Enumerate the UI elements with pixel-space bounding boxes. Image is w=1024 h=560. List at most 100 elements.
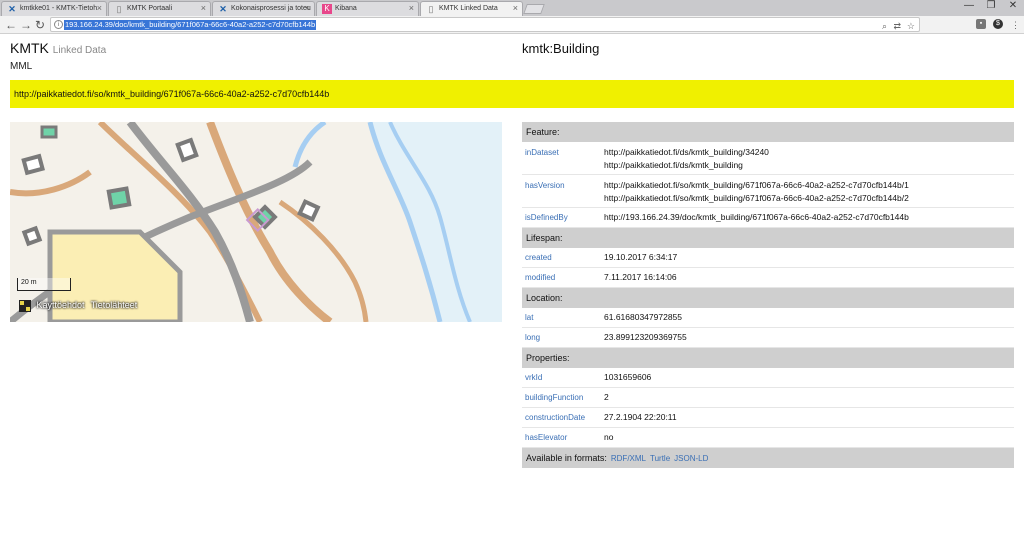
property-value[interactable]: http://193.166.24.39/doc/kmtk_building/6… — [604, 211, 1014, 224]
property-value: 27.2.1904 22:20:11 — [604, 412, 677, 422]
x-logo-icon: ✕ — [219, 4, 227, 14]
property-values: 19.10.2017 6:34:17 — [604, 251, 1014, 267]
format-link[interactable]: Turtle — [650, 454, 670, 463]
property-row: created 19.10.2017 6:34:17 — [522, 248, 1014, 268]
tab-title: KMTK Linked Data — [439, 5, 498, 12]
zoom-icon[interactable]: ⌕ — [882, 20, 887, 32]
property-row: modified 7.11.2017 16:14:06 — [522, 268, 1014, 288]
close-tab-icon[interactable]: × — [97, 2, 102, 15]
new-tab-button[interactable] — [523, 4, 545, 14]
property-key-link[interactable]: isDefinedBy — [522, 211, 604, 227]
property-key-link[interactable]: long — [522, 331, 604, 347]
property-values: 7.11.2017 16:14:06 — [604, 271, 1014, 287]
close-tab-icon[interactable]: × — [409, 2, 414, 15]
close-tab-icon[interactable]: × — [513, 2, 518, 15]
property-values: 23.899123209369755 — [604, 331, 1014, 347]
property-values: 27.2.1904 22:20:11 — [604, 411, 1014, 427]
property-key-link[interactable]: modified — [522, 271, 604, 287]
browser-tab[interactable]: ✕ kmtkke01 - KMTK-Tietoh × — [1, 1, 107, 16]
browser-tab[interactable]: ✕ Kokonaisprosessi ja toteu × — [212, 1, 315, 16]
mml-logo-icon — [19, 300, 31, 312]
property-row: vrkId 1031659606 — [522, 368, 1014, 388]
minimize-button[interactable]: — — [958, 0, 980, 11]
brand-title: KMTK — [10, 40, 49, 56]
property-values: http://paikkatiedot.fi/ds/kmtk_building/… — [604, 146, 1014, 174]
kibana-icon: K — [322, 4, 332, 14]
extension-icon[interactable]: ▪ — [976, 19, 986, 29]
property-values: 1031659606 — [604, 371, 1014, 387]
property-value[interactable]: http://paikkatiedot.fi/so/kmtk_building/… — [604, 179, 1014, 192]
section-header: Feature: — [522, 122, 1014, 142]
browser-toolbar: ← → ↻ i 193.166.24.39/doc/kmtk_building/… — [0, 16, 1024, 34]
tab-title: Kokonaisprosessi ja toteu — [231, 5, 311, 12]
property-key-link[interactable]: created — [522, 251, 604, 267]
tab-title: kmtkke01 - KMTK-Tietoh — [20, 5, 98, 12]
property-row: hasVersion http://paikkatiedot.fi/so/kmtk… — [522, 175, 1014, 208]
property-value[interactable]: http://paikkatiedot.fi/so/kmtk_building/… — [604, 192, 1014, 205]
property-value: 1031659606 — [604, 372, 652, 382]
building — [175, 137, 199, 163]
translate-icon[interactable]: ⇄ — [893, 20, 901, 32]
browser-tab[interactable]: K Kibana × — [316, 1, 419, 16]
organization-label: MML — [10, 61, 33, 72]
property-key-link[interactable]: lat — [522, 311, 604, 327]
menu-icon[interactable]: ⋮ — [1011, 19, 1020, 31]
map-canvas[interactable] — [10, 122, 502, 322]
format-link[interactable]: RDF/XML — [611, 454, 646, 463]
close-window-button[interactable]: ✕ — [1002, 0, 1024, 11]
formats-label: Available in formats: — [526, 453, 607, 463]
property-value: no — [604, 432, 614, 442]
site-brand[interactable]: KMTK Linked Data — [10, 40, 106, 56]
tab-title: KMTK Portaali — [127, 5, 173, 12]
property-row: lat 61.61680347972855 — [522, 308, 1014, 328]
x-logo-icon: ✕ — [8, 4, 16, 14]
close-tab-icon[interactable]: × — [305, 2, 310, 15]
terms-link[interactable]: Käyttöehdot — [37, 300, 85, 310]
address-bar[interactable]: i 193.166.24.39/doc/kmtk_building/671f06… — [50, 17, 920, 32]
building — [21, 153, 45, 176]
property-key-link[interactable]: hasElevator — [522, 431, 604, 447]
property-key-link[interactable]: buildingFunction — [522, 391, 604, 407]
formats-bar: Available in formats: RDF/XML Turtle JSON-L… — [522, 448, 1014, 468]
forward-button[interactable]: → — [19, 17, 33, 33]
property-values: no — [604, 431, 1014, 447]
resource-uri-bar: http://paikkatiedot.fi/so/kmtk_building/… — [10, 80, 1014, 108]
bookmark-star-icon[interactable]: ☆ — [907, 20, 915, 32]
property-key-link[interactable]: hasVersion — [522, 179, 604, 207]
reload-button[interactable]: ↻ — [33, 17, 47, 33]
property-key-link[interactable]: inDataset — [522, 146, 604, 174]
property-key-link[interactable]: vrkId — [522, 371, 604, 387]
sources-link[interactable]: Tietolähteet — [91, 300, 138, 310]
property-values: 61.61680347972855 — [604, 311, 1014, 327]
close-tab-icon[interactable]: × — [201, 2, 206, 15]
property-value: 19.10.2017 6:34:17 — [604, 252, 678, 262]
browser-tab[interactable]: ▯ KMTK Portaali × — [108, 1, 211, 16]
back-button[interactable]: ← — [4, 17, 18, 33]
format-link[interactable]: JSON-LD — [674, 454, 708, 463]
property-value: 23.899123209369755 — [604, 332, 687, 342]
tab-title: Kibana — [335, 5, 357, 12]
building — [106, 186, 132, 210]
property-value[interactable]: http://paikkatiedot.fi/ds/kmtk_building/… — [604, 146, 1014, 159]
tab-strip: ✕ kmtkke01 - KMTK-Tietoh × ▯ KMTK Portaali × ✕… — [0, 0, 1024, 16]
map-attribution: Käyttöehdot Tietolähteet — [19, 300, 143, 312]
property-row: hasElevator no — [522, 428, 1014, 448]
property-row: constructionDate 27.2.1904 22:20:11 — [522, 408, 1014, 428]
maximize-button[interactable]: ❐ — [980, 0, 1002, 11]
property-value: 61.61680347972855 — [604, 312, 682, 322]
section-header: Properties: — [522, 348, 1014, 368]
address-url[interactable]: 193.166.24.39/doc/kmtk_building/671f067a… — [64, 20, 317, 30]
property-values: http://193.166.24.39/doc/kmtk_building/6… — [604, 211, 1014, 227]
property-values: http://paikkatiedot.fi/so/kmtk_building/… — [604, 179, 1014, 207]
properties-panel: Feature: inDataset http://paikkatiedot.fi/… — [522, 122, 1014, 468]
property-value[interactable]: http://paikkatiedot.fi/ds/kmtk_building — [604, 159, 1014, 172]
property-key-link[interactable]: constructionDate — [522, 411, 604, 427]
building — [21, 225, 43, 247]
map-view[interactable]: 20 m Käyttöehdot Tietolähteet — [10, 122, 502, 322]
property-value: 7.11.2017 16:14:06 — [604, 272, 677, 282]
building — [40, 125, 58, 139]
info-icon[interactable]: i — [54, 20, 63, 29]
profile-icon[interactable]: $ — [993, 19, 1003, 29]
browser-tab[interactable]: ▯ KMTK Linked Data × — [420, 1, 523, 16]
property-row: isDefinedBy http://193.166.24.39/doc/kmtk… — [522, 208, 1014, 228]
